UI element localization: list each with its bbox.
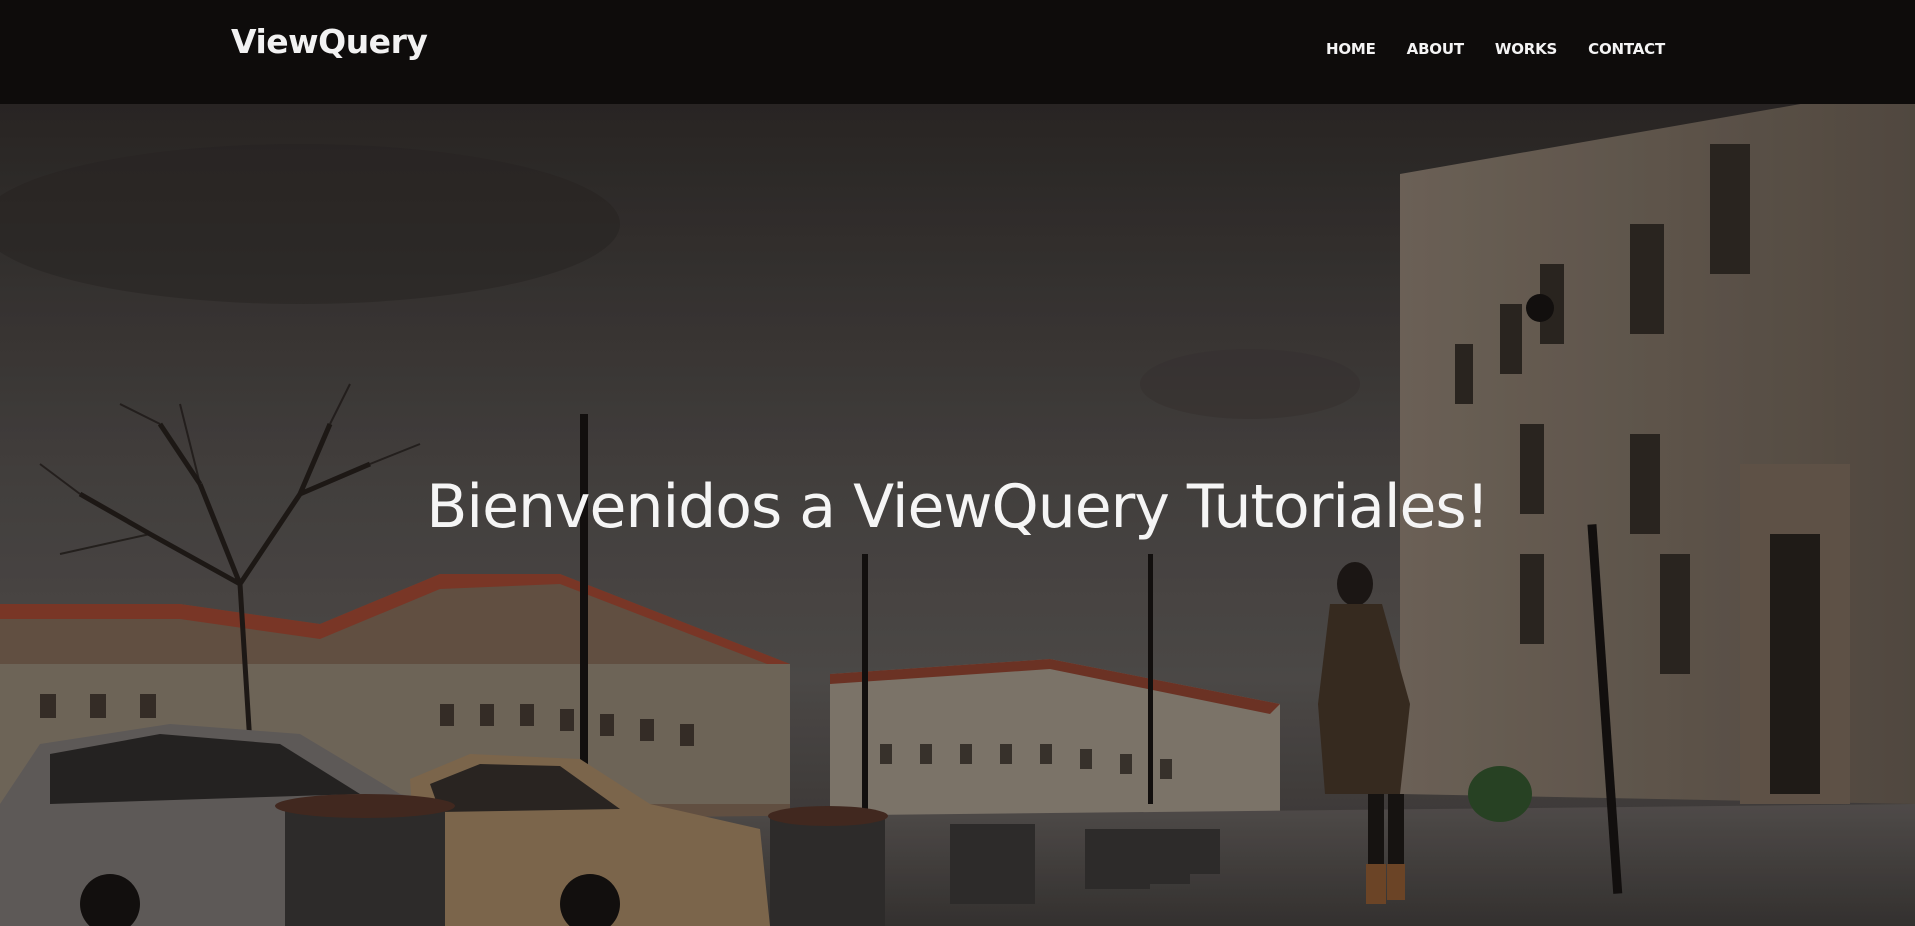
nav-link-contact[interactable]: CONTACT xyxy=(1588,40,1665,58)
brand-logo-link[interactable]: ViewQuery xyxy=(231,22,428,61)
nav-link-home[interactable]: HOME xyxy=(1326,40,1376,58)
nav-item-works: WORKS xyxy=(1495,40,1557,59)
hero-section: Bienvenidos a ViewQuery Tutoriales! xyxy=(0,104,1915,926)
hero-title: Bienvenidos a ViewQuery Tutoriales! xyxy=(426,472,1489,542)
nav-item-contact: CONTACT xyxy=(1588,40,1665,59)
nav-link-works[interactable]: WORKS xyxy=(1495,40,1557,58)
main-nav: HOME ABOUT WORKS CONTACT xyxy=(1326,40,1665,59)
nav-item-about: ABOUT xyxy=(1407,40,1464,59)
nav-item-home: HOME xyxy=(1326,40,1376,59)
navbar: ViewQuery HOME ABOUT WORKS CONTACT xyxy=(0,0,1915,104)
nav-link-about[interactable]: ABOUT xyxy=(1407,40,1464,58)
